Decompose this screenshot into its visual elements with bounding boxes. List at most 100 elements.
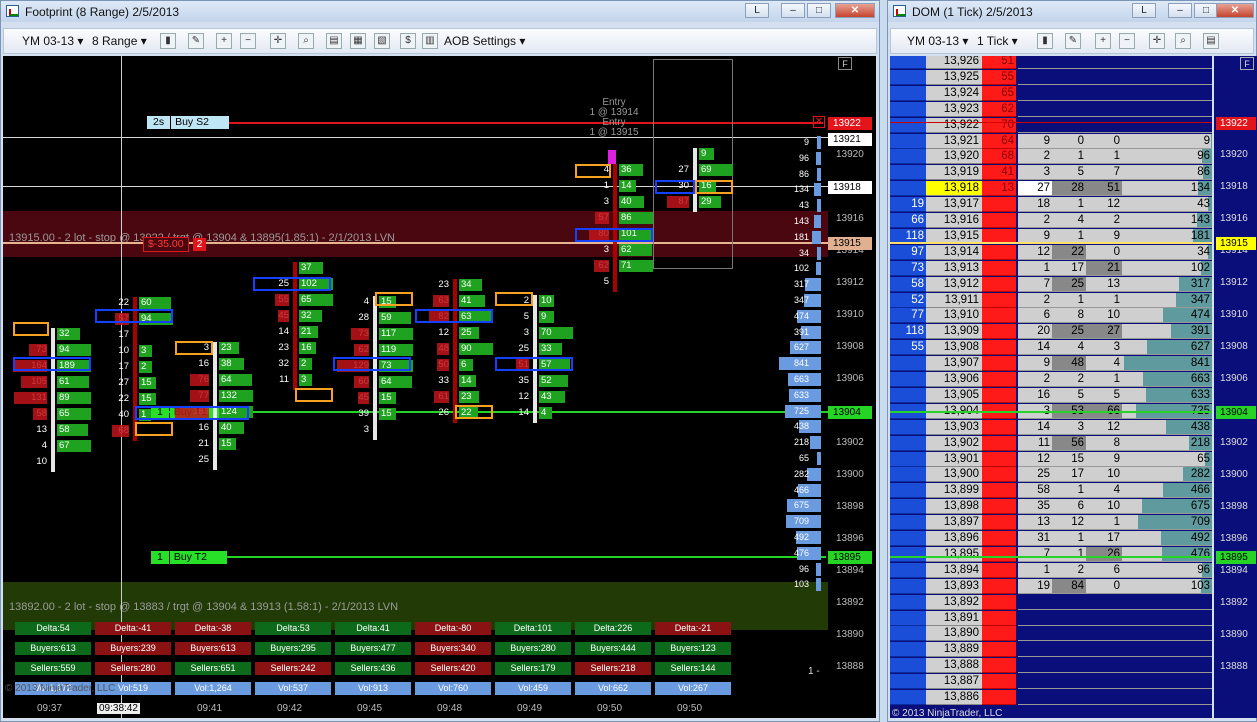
- pencil-icon[interactable]: ✎: [188, 33, 204, 49]
- dom-pencil-icon[interactable]: ✎: [1065, 33, 1081, 49]
- dom-row[interactable]: 55 13,908 14 4 3 627: [890, 340, 1212, 356]
- zoom-in-icon[interactable]: +: [216, 33, 232, 49]
- footprint-titlebar[interactable]: Footprint (8 Range) 2/5/2013 L – □ ✕: [1, 1, 879, 22]
- image-icon[interactable]: ▧: [374, 33, 390, 49]
- bid-heat-cell: [28, 344, 47, 356]
- dom-row[interactable]: 77 13,910 6 8 10 474: [890, 308, 1212, 324]
- dom-row[interactable]: 13,907 9 48 4 841: [890, 356, 1212, 372]
- dom-delta-col: 12: [1086, 419, 1122, 435]
- footprint-bar-1[interactable]: 32739416418910561131895865135846710: [13, 328, 93, 472]
- dom-row[interactable]: 13,897 13 12 1 709: [890, 515, 1212, 531]
- minimize-button[interactable]: –: [781, 3, 805, 18]
- dom-ladder[interactable]: 13,926 51 13,925 55 13,924 65 13,923 62 13,922 70…: [890, 56, 1212, 718]
- dom-row[interactable]: 73 13,913 1 17 21 102: [890, 260, 1212, 276]
- dom-row[interactable]: 13,926 51: [890, 56, 1212, 69]
- dom-row[interactable]: 19 13,917 18 1 12 43: [890, 197, 1212, 213]
- dom-zoom-in-icon[interactable]: +: [1095, 33, 1111, 49]
- axis-flag-f[interactable]: F: [838, 57, 852, 70]
- search-icon[interactable]: ⌕: [298, 33, 314, 49]
- dom-row[interactable]: 13,892: [890, 594, 1212, 610]
- dom-row[interactable]: 13,919 41 3 5 7 86: [890, 165, 1212, 181]
- dom-price-tick: 13890: [1220, 629, 1248, 640]
- dom-search-icon[interactable]: ⌕: [1175, 33, 1191, 49]
- zoom-out-icon[interactable]: −: [240, 33, 256, 49]
- order-buy-t2[interactable]: 1 Buy T2: [151, 551, 227, 564]
- dom-row[interactable]: 13,905 16 5 5 633: [890, 387, 1212, 403]
- dom-row[interactable]: 13,890: [890, 626, 1212, 642]
- strategies-icon[interactable]: ▦: [350, 33, 366, 49]
- dom-row[interactable]: 13,898 35 6 10 675: [890, 499, 1212, 515]
- dom-delta-col: 4: [1086, 483, 1122, 499]
- dom-row[interactable]: 13,903 14 3 12 438: [890, 419, 1212, 435]
- properties-icon[interactable]: ▥: [422, 33, 438, 49]
- stat-delta: Delta:53: [255, 622, 331, 635]
- dom-indicators-icon[interactable]: ▤: [1203, 33, 1219, 49]
- dom-sell-col: [1052, 626, 1086, 642]
- dom-bid-cell: 118: [890, 324, 926, 340]
- maximize-button[interactable]: □: [807, 3, 831, 18]
- dom-zoom-out-icon[interactable]: −: [1119, 33, 1135, 49]
- dom-row[interactable]: 13,924 65: [890, 85, 1212, 101]
- dom-row[interactable]: 13,895 7 1 26 476: [890, 546, 1212, 562]
- link-button[interactable]: L: [745, 3, 769, 18]
- footprint-price-axis[interactable]: F139201391813916139141391213910139081390…: [828, 56, 876, 718]
- order-buy-s2[interactable]: 2s Buy S2: [147, 116, 229, 129]
- dom-row[interactable]: 13,894 1 2 6 96: [890, 562, 1212, 578]
- dom-maximize-button[interactable]: □: [1194, 3, 1218, 18]
- ask-cell: 37: [299, 262, 324, 274]
- dom-row[interactable]: 13,918 13 27 28 51 134: [890, 181, 1212, 197]
- dom-row[interactable]: 66 13,916 2 4 2 143: [890, 213, 1212, 228]
- dom-period-select[interactable]: 1 Tick ▾: [977, 33, 1018, 49]
- time-tick-label: 09:38:42: [97, 703, 140, 714]
- dom-row[interactable]: 13,921 64 9 0 0 9: [890, 133, 1212, 149]
- dom-sell-col: [1052, 658, 1086, 674]
- stat-buyers: Buyers:340: [415, 642, 491, 655]
- dom-row[interactable]: 52 13,911 2 1 1 347: [890, 292, 1212, 308]
- dom-row[interactable]: 13,888: [890, 658, 1212, 674]
- bid-cell: 11: [279, 374, 289, 385]
- dom-link-button[interactable]: L: [1132, 3, 1156, 18]
- ask-cell: 40: [219, 422, 245, 434]
- dom-row[interactable]: 13,906 2 2 1 663: [890, 372, 1212, 387]
- dom-row[interactable]: 13,920 68 2 1 1 96: [890, 149, 1212, 165]
- dom-row[interactable]: 13,925 55: [890, 69, 1212, 85]
- dom-volume-value: 143: [1190, 214, 1210, 226]
- footprint-plot-area[interactable]: 13915.00 - 2 lot - stop @ 13922 / trgt @…: [3, 56, 828, 718]
- dom-axis-flag-f[interactable]: F: [1240, 57, 1254, 70]
- stat-buyers: Buyers:444: [575, 642, 651, 655]
- dom-minimize-button[interactable]: –: [1168, 3, 1192, 18]
- dom-row[interactable]: 13,891: [890, 610, 1212, 626]
- dom-titlebar[interactable]: DOM (1 Tick) 2/5/2013 L – □ ✕: [888, 1, 1256, 22]
- dom-instrument-select[interactable]: YM 03-13 ▾: [907, 33, 968, 49]
- dom-row[interactable]: 13,893 19 84 0 103: [890, 578, 1212, 594]
- indicators-icon[interactable]: ▤: [326, 33, 342, 49]
- dom-row[interactable]: 58 13,912 7 25 13 317: [890, 276, 1212, 292]
- dom-row[interactable]: 13,886: [890, 690, 1212, 705]
- dom-row[interactable]: 13,887: [890, 674, 1212, 690]
- dollar-icon[interactable]: $: [400, 33, 416, 49]
- bar-style-icon[interactable]: ▮: [160, 33, 176, 49]
- dom-row[interactable]: 13,900 25 17 10 282: [890, 467, 1212, 483]
- dom-row[interactable]: 13,902 11 56 8 218: [890, 435, 1212, 451]
- x-mark-icon[interactable]: ✕: [813, 116, 825, 128]
- close-button[interactable]: ✕: [835, 3, 875, 18]
- dom-row[interactable]: 13,899 58 1 4 466: [890, 483, 1212, 499]
- instrument-select[interactable]: YM 03-13 ▾: [22, 33, 83, 49]
- dom-bar-style-icon[interactable]: ▮: [1037, 33, 1053, 49]
- dom-row[interactable]: 13,923 62: [890, 101, 1212, 117]
- dom-sell-col: 6: [1052, 499, 1086, 515]
- period-select[interactable]: 8 Range ▾: [92, 33, 147, 49]
- bid-heat-cell: [277, 310, 289, 322]
- dom-crosshair-icon[interactable]: ✛: [1149, 33, 1165, 49]
- dom-close-button[interactable]: ✕: [1216, 3, 1254, 18]
- crosshair-icon[interactable]: ✛: [270, 33, 286, 49]
- dom-row[interactable]: 13,922 70: [890, 117, 1212, 133]
- dom-row[interactable]: 13,896 31 1 17 492: [890, 531, 1212, 546]
- dom-row[interactable]: 97 13,914 12 22 0 34: [890, 244, 1212, 260]
- dom-row[interactable]: 118 13,909 20 25 27 391: [890, 324, 1212, 340]
- aob-settings-menu[interactable]: AOB Settings ▾: [444, 33, 525, 49]
- dom-row[interactable]: 13,889: [890, 642, 1212, 658]
- dom-price-axis[interactable]: F 13920 13918 13916 13914 13912 13910 13908 1390…: [1214, 56, 1257, 718]
- footprint-bar-6[interactable]: 23346341826312254890506331461232622: [415, 279, 495, 423]
- dom-row[interactable]: 13,901 12 15 9 65: [890, 451, 1212, 467]
